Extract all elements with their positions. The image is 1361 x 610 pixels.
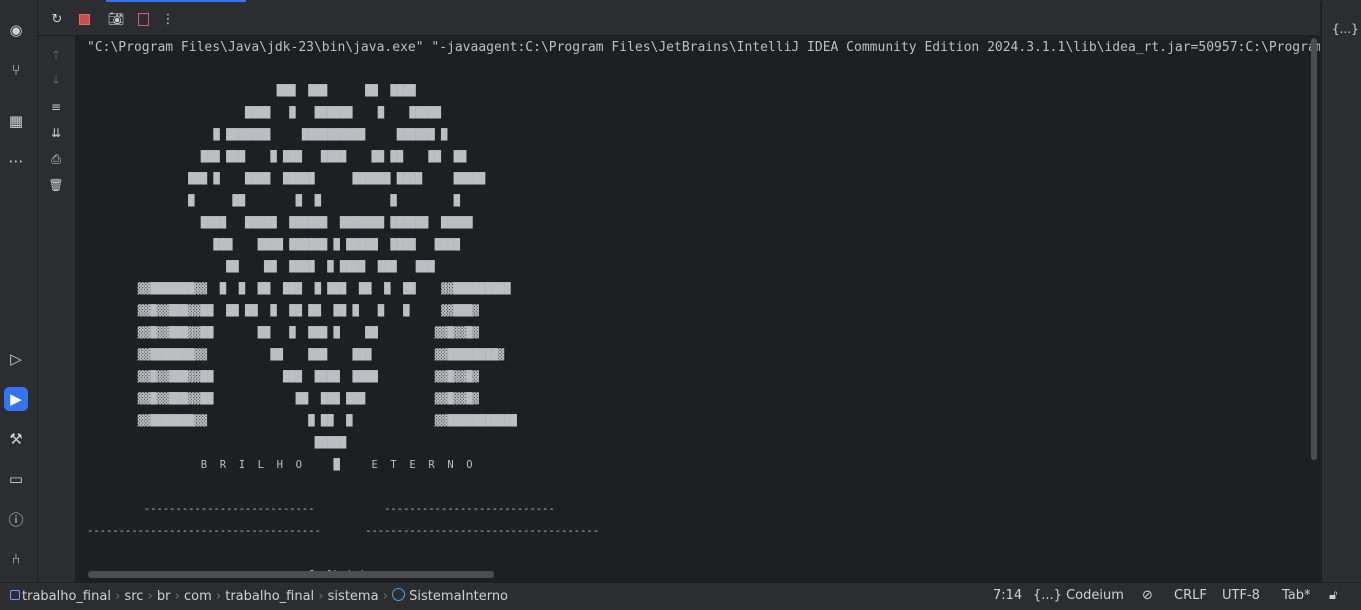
stop-icon[interactable]	[75, 10, 93, 28]
class-icon	[392, 588, 406, 601]
chevron-right-icon: ›	[174, 589, 184, 604]
breadcrumb-sistema[interactable]: sistema	[328, 589, 379, 604]
breadcrumb-class[interactable]: SistemaInterno	[409, 589, 508, 604]
left-toolbar: ◉ ⑂ ▦ ⋯ ▷ ▶ ⚒ ▭ ⓘ ⑃	[0, 0, 38, 582]
caret-position[interactable]: 7:14	[993, 588, 1022, 603]
git-icon[interactable]: ⑃	[4, 547, 28, 571]
more-icon[interactable]: ⋯	[4, 149, 28, 173]
problems-icon[interactable]: ⓘ	[4, 507, 28, 531]
ascii-art-output: ███ ███ ██ ████ ████ █ ██████ █ █████ █ …	[87, 85, 600, 581]
rerun-icon[interactable]: ↻	[48, 10, 66, 28]
scroll-to-end-icon[interactable]: ⇊	[47, 124, 65, 142]
module-icon	[10, 590, 20, 600]
file-encoding[interactable]: UTF-8	[1222, 588, 1260, 603]
right-toolbar: {...}	[1321, 0, 1361, 582]
structure-icon[interactable]: ▦	[4, 109, 28, 133]
lock-icon[interactable]: 🔓︎	[1329, 588, 1337, 603]
camera-icon[interactable]: 📷︎	[107, 10, 125, 28]
breadcrumb-package[interactable]: trabalho_final	[225, 589, 314, 604]
project-icon[interactable]: ◉	[4, 18, 28, 42]
breadcrumb-br[interactable]: br	[157, 589, 171, 604]
vertical-scrollbar[interactable]	[1311, 38, 1317, 460]
scroll-up-icon[interactable]: ↑	[47, 46, 65, 64]
no-ai-icon[interactable]: ⊘	[1142, 588, 1153, 603]
terminal-icon[interactable]: ▭	[4, 467, 28, 491]
status-bar: trabalho_final › src › br › com › trabal…	[0, 582, 1361, 610]
line-ending[interactable]: CRLF	[1174, 588, 1207, 603]
chevron-right-icon: ›	[318, 589, 328, 604]
json-helper-icon[interactable]: {...}	[1332, 22, 1359, 36]
more-vert-icon[interactable]: ⋮	[159, 10, 177, 28]
horizontal-scrollbar[interactable]	[88, 571, 494, 578]
console-gutter: ↑ ↓ ≡ ⇊ ⎙ 🗑︎	[38, 36, 75, 582]
run-toolbar: ↻ 📷︎ ⋮	[38, 2, 1320, 36]
breadcrumb-src[interactable]: src	[124, 589, 143, 604]
chevron-right-icon: ›	[147, 589, 157, 604]
commit-icon[interactable]: ⑂	[4, 58, 28, 82]
breadcrumb-com[interactable]: com	[184, 589, 212, 604]
build-icon[interactable]: ⚒	[4, 427, 28, 451]
codeium-status[interactable]: {...} Codeium	[1033, 588, 1124, 603]
exit-icon[interactable]	[134, 10, 152, 28]
console-output[interactable]: "C:\Program Files\Java\jdk-23\bin\java.e…	[76, 36, 1320, 582]
chevron-right-icon: ›	[215, 589, 226, 604]
command-line: "C:\Program Files\Java\jdk-23\bin\java.e…	[87, 40, 1320, 55]
scroll-down-icon[interactable]: ↓	[47, 71, 65, 89]
breadcrumb-project[interactable]: trabalho_final	[22, 589, 111, 604]
chevron-right-icon: ›	[382, 589, 393, 604]
breadcrumb: trabalho_final › src › br › com › trabal…	[10, 588, 508, 604]
soft-wrap-icon[interactable]: ≡	[47, 98, 65, 116]
trash-icon[interactable]: 🗑︎	[47, 176, 65, 194]
indent-setting[interactable]: Tab*	[1282, 588, 1311, 603]
run-icon[interactable]: ▶	[4, 387, 28, 411]
services-icon[interactable]: ▷	[4, 347, 28, 371]
print-icon[interactable]: ⎙	[47, 150, 65, 168]
